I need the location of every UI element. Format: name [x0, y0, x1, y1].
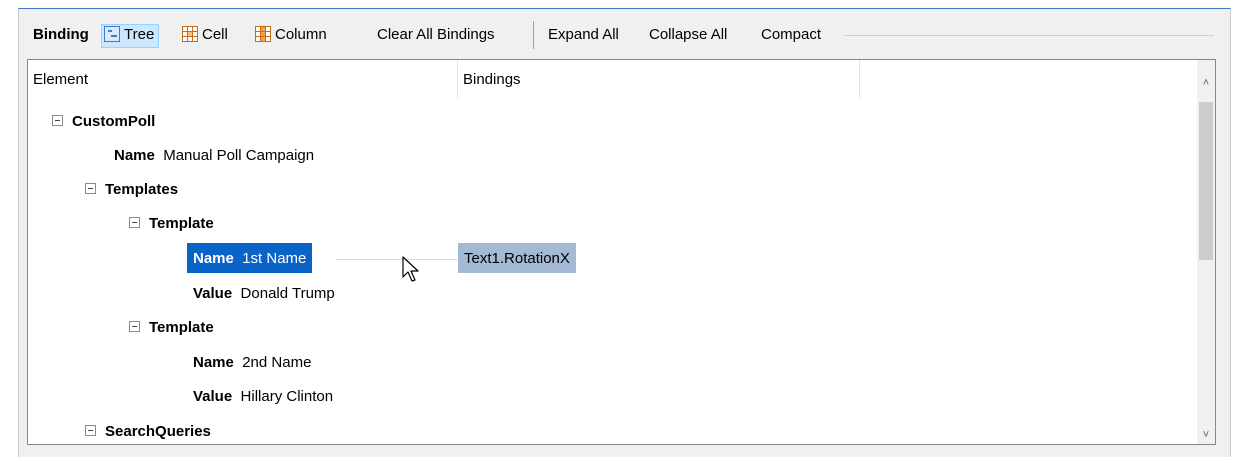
node-label: Template: [149, 215, 214, 232]
attribute-key: Name: [114, 147, 155, 164]
column-grid-icon: [255, 26, 271, 42]
chevron-down-icon[interactable]: ˅: [1197, 426, 1215, 444]
binding-tree-grid[interactable]: Element Bindings CustomPoll Name Manual …: [27, 59, 1216, 445]
attribute-key: Value: [193, 285, 233, 302]
collapse-minus-icon[interactable]: [129, 217, 140, 228]
tree-row[interactable]: CustomPoll: [28, 106, 1196, 140]
attribute-key: Name: [193, 250, 234, 267]
tree-row[interactable]: Name 2nd Name: [28, 347, 1196, 381]
attribute-value: Manual Poll Campaign: [163, 147, 315, 164]
vertical-scrollbar[interactable]: ˄ ˅: [1197, 60, 1215, 444]
expand-all-button[interactable]: Expand All: [545, 25, 622, 47]
cell-mode-button[interactable]: Cell: [179, 25, 231, 47]
grid-header: Element Bindings: [28, 60, 1196, 98]
attribute-key: Value: [193, 388, 233, 405]
binding-label: Binding: [33, 26, 89, 43]
cell-mode-label: Cell: [202, 26, 228, 43]
attribute-value: 2nd Name: [242, 354, 312, 371]
attribute-value: 1st Name: [242, 250, 307, 267]
tree-row[interactable]: Template: [28, 208, 1196, 242]
collapse-minus-icon[interactable]: [129, 321, 140, 332]
tree-row[interactable]: Template: [28, 312, 1196, 346]
collapse-minus-icon[interactable]: [52, 115, 63, 126]
clear-all-bindings-button[interactable]: Clear All Bindings: [374, 25, 498, 47]
node-label: Template: [149, 319, 214, 336]
cell-grid-icon: [182, 26, 198, 42]
tree-row[interactable]: Value Donald Trump: [28, 278, 1196, 312]
toolbar-divider-line: [845, 35, 1214, 36]
tree-row[interactable]: Templates: [28, 174, 1196, 208]
collapse-minus-icon[interactable]: [85, 425, 96, 436]
column-header-bindings[interactable]: Bindings: [458, 60, 860, 98]
tree-row[interactable]: Value Hillary Clinton: [28, 381, 1196, 415]
binding-connector-line: [336, 259, 458, 260]
binding-toolbar: Binding Tree Cell Column Clear All Bindi…: [19, 9, 1230, 59]
column-header-element[interactable]: Element: [28, 60, 458, 98]
selected-attribute[interactable]: Name 1st Name: [187, 243, 313, 273]
node-label: Templates: [105, 181, 179, 198]
node-label: SearchQueries: [105, 423, 211, 440]
compact-button[interactable]: Compact: [758, 25, 824, 47]
collapse-minus-icon[interactable]: [85, 183, 96, 194]
column-mode-label: Column: [275, 26, 327, 43]
binding-panel: Binding Tree Cell Column Clear All Bindi…: [18, 8, 1231, 457]
tree-row[interactable]: Name Manual Poll Campaign: [28, 140, 1196, 174]
tree-row[interactable]: SearchQueries: [28, 416, 1196, 444]
scrollbar-thumb[interactable]: [1199, 102, 1213, 260]
node-label: CustomPoll: [72, 113, 156, 130]
tree-mode-label: Tree: [124, 26, 155, 43]
collapse-all-button[interactable]: Collapse All: [646, 25, 730, 47]
tree-row-selected[interactable]: Name 1st Name Text1.RotationX: [28, 243, 1196, 277]
attribute-value: Hillary Clinton: [240, 388, 334, 405]
attribute-key: Name: [193, 354, 234, 371]
attribute-value: Donald Trump: [240, 285, 335, 302]
tree-view-icon: [104, 26, 120, 42]
binding-value[interactable]: Text1.RotationX: [458, 243, 576, 273]
tree-mode-button[interactable]: Tree: [101, 24, 160, 48]
chevron-up-icon[interactable]: ˄: [1197, 74, 1215, 92]
mouse-pointer-icon: [402, 256, 419, 282]
column-mode-button[interactable]: Column: [252, 25, 330, 47]
toolbar-separator: [533, 21, 534, 49]
